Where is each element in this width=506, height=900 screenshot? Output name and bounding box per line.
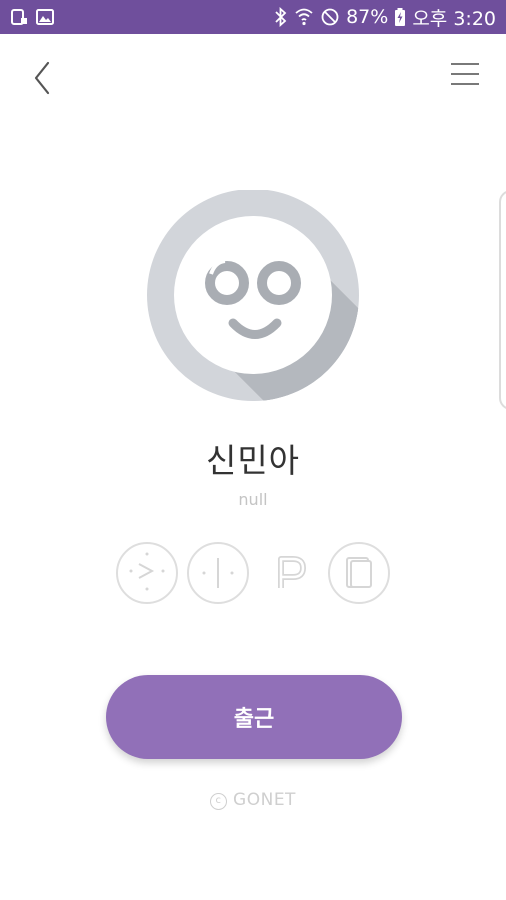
quick-icon-row — [0, 540, 506, 606]
road-lane-icon — [187, 542, 249, 604]
copyright-footer: c GONET — [0, 790, 506, 810]
notebook-icon — [328, 542, 390, 604]
side-drawer-handle[interactable] — [499, 190, 506, 410]
parking-icon — [278, 556, 306, 588]
status-time: 오후 3:20 — [412, 7, 496, 30]
back-button[interactable] — [28, 58, 60, 98]
parking-button[interactable] — [258, 540, 324, 606]
chevron-left-icon — [34, 61, 50, 95]
status-right-icons: 87% 오후 3:20 — [274, 4, 496, 31]
copyright-icon: c — [210, 793, 228, 810]
battery-charging-icon — [395, 8, 406, 26]
image-notification-icon — [36, 9, 54, 25]
status-bar: 87% 오후 3:20 — [0, 0, 506, 34]
user-name: 신민아 — [205, 441, 301, 480]
bluetooth-icon — [275, 7, 287, 27]
profile-avatar — [145, 189, 365, 410]
commute-route-button[interactable] — [114, 540, 180, 606]
smiley-face-logo-icon — [147, 189, 359, 401]
tablet-notification-icon — [11, 9, 27, 25]
lane-button[interactable] — [185, 540, 251, 606]
hamburger-menu-icon — [451, 63, 479, 85]
notebook-button[interactable] — [326, 540, 392, 606]
brand-name: GONET — [233, 790, 296, 810]
menu-button[interactable] — [448, 58, 482, 94]
commute-route-icon — [116, 542, 178, 604]
wifi-icon — [295, 8, 313, 26]
check-in-button[interactable]: 출근 — [106, 675, 402, 759]
app-header — [0, 34, 506, 118]
user-subtitle: null — [238, 490, 268, 509]
battery-percent: 87% — [346, 6, 389, 28]
do-not-disturb-icon — [321, 8, 339, 26]
status-left-icons — [10, 8, 54, 26]
